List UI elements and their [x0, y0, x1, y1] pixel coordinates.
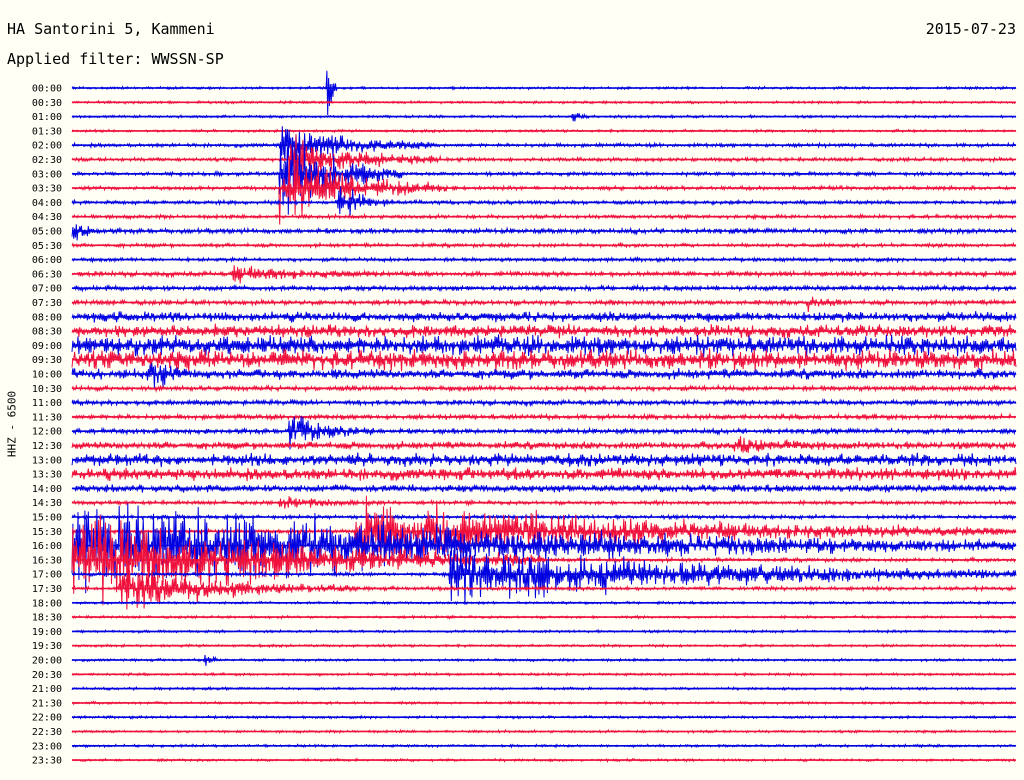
row-label: 05:00	[32, 227, 62, 238]
row-label: 05:30	[32, 241, 62, 252]
row-label: 15:00	[32, 513, 62, 524]
trace-row	[71, 436, 1017, 454]
row-label: 20:30	[32, 670, 62, 681]
row-label: 12:30	[32, 441, 62, 452]
row-label: 09:30	[32, 355, 62, 366]
row-label: 22:00	[32, 713, 62, 724]
row-label: 23:30	[32, 756, 62, 767]
row-label: 21:00	[32, 684, 62, 695]
row-labels: 00:00 00:30 01:00 01:30 02:00 02:30 03:00 03:30…	[32, 84, 62, 767]
row-label: 02:00	[32, 141, 62, 152]
row-label: 00:00	[32, 84, 62, 95]
row-label: 22:30	[32, 727, 62, 738]
row-label: 07:00	[32, 284, 62, 295]
row-label: 06:00	[32, 255, 62, 266]
row-label: 17:00	[32, 570, 62, 581]
row-label: 10:00	[32, 370, 62, 381]
row-label: 19:30	[32, 641, 62, 652]
row-label: 08:30	[32, 327, 62, 338]
row-label: 16:00	[32, 541, 62, 552]
trace-row	[71, 224, 1017, 241]
helicorder-plot: 00:00 00:30 01:00 01:30 02:00 02:30 03:00 03:30…	[32, 70, 1017, 767]
row-label: 01:30	[32, 126, 62, 137]
row-label: 04:30	[32, 212, 62, 223]
row-label: 21:30	[32, 698, 62, 709]
row-label: 06:30	[32, 269, 62, 280]
trace-row	[71, 70, 1017, 116]
row-label: 19:00	[32, 627, 62, 638]
row-label: 14:00	[32, 484, 62, 495]
trace-row	[71, 186, 1017, 216]
row-label: 07:30	[32, 298, 62, 309]
row-label: 13:30	[32, 470, 62, 481]
row-label: 11:00	[32, 398, 62, 409]
row-label: 16:30	[32, 555, 62, 566]
row-label: 01:00	[32, 112, 62, 123]
row-label: 04:00	[32, 198, 62, 209]
row-label: 11:30	[32, 412, 62, 423]
row-label: 10:30	[32, 384, 62, 395]
row-label: 13:00	[32, 455, 62, 466]
row-label: 03:00	[32, 169, 62, 180]
row-label: 20:00	[32, 656, 62, 667]
traces	[71, 70, 1017, 763]
row-label: 02:30	[32, 155, 62, 166]
row-label: 08:00	[32, 312, 62, 323]
row-label: 14:30	[32, 498, 62, 509]
row-label: 15:30	[32, 527, 62, 538]
row-label: 00:30	[32, 98, 62, 109]
trace-row	[71, 362, 1017, 389]
row-label: 23:00	[32, 741, 62, 752]
row-label: 12:00	[32, 427, 62, 438]
row-label: 17:30	[32, 584, 62, 595]
row-label: 18:30	[32, 613, 62, 624]
trace-row	[71, 296, 1017, 312]
row-label: 03:30	[32, 184, 62, 195]
row-label: 18:00	[32, 598, 62, 609]
row-label: 09:00	[32, 341, 62, 352]
